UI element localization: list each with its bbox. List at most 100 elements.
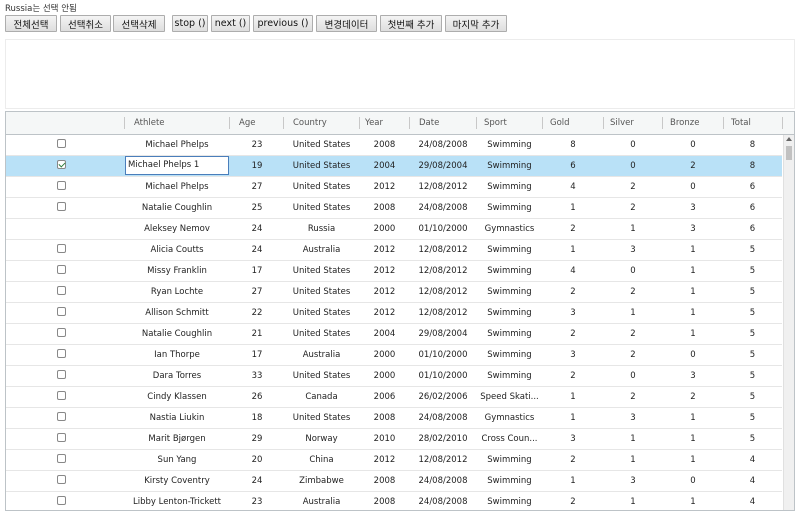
cell-total[interactable]: 5 [723, 345, 782, 365]
scroll-up-arrow-icon[interactable] [786, 137, 792, 141]
cell-sport[interactable]: Swimming [476, 282, 543, 302]
column-header-date[interactable]: Date [414, 112, 478, 134]
cell-gold[interactable]: 3 [542, 303, 604, 323]
cell-gold[interactable]: 6 [542, 156, 604, 176]
cell-silver[interactable]: 2 [603, 345, 663, 365]
cell-country[interactable]: China [283, 450, 360, 470]
table-row[interactable]: Ryan Lochte 27 United States 2012 12/08/2012… [6, 282, 782, 303]
cell-date[interactable]: 12/08/2012 [409, 450, 477, 470]
cell-year[interactable]: 2000 [359, 219, 410, 239]
cell-total[interactable]: 4 [723, 450, 782, 470]
cell-athlete[interactable]: Ryan Lochte [124, 282, 230, 302]
cell-total[interactable]: 5 [723, 282, 782, 302]
cell-bronze[interactable]: 0 [662, 345, 724, 365]
cell-country[interactable]: United States [283, 324, 360, 344]
cell-country[interactable]: Australia [283, 345, 360, 365]
add-first-button[interactable]: 첫번째 추가 [380, 15, 442, 32]
table-row[interactable]: Nastia Liukin 18 United States 2008 24/08/20… [6, 408, 782, 429]
cell-bronze[interactable]: 1 [662, 324, 724, 344]
cell-athlete[interactable]: Cindy Klassen [124, 387, 230, 407]
table-row[interactable]: Michael Phelps 27 United States 2012 12/08/2… [6, 177, 782, 198]
cell-gold[interactable]: 3 [542, 345, 604, 365]
cell-sport[interactable]: Swimming [476, 303, 543, 323]
cell-age[interactable]: 18 [229, 408, 285, 428]
cell-bronze[interactable]: 1 [662, 408, 724, 428]
cell-athlete[interactable]: Alicia Coutts [124, 240, 230, 260]
row-checkbox[interactable] [57, 370, 66, 379]
cell-silver[interactable]: 1 [603, 492, 663, 510]
cell-year[interactable]: 2004 [359, 156, 410, 176]
cell-age[interactable]: 17 [229, 345, 285, 365]
cell-gold[interactable]: 2 [542, 282, 604, 302]
table-row[interactable]: Dara Torres 33 United States 2000 01/10/2000… [6, 366, 782, 387]
cell-gold[interactable]: 2 [542, 219, 604, 239]
cell-sport[interactable]: Swimming [476, 324, 543, 344]
cell-date[interactable]: 24/08/2008 [409, 135, 477, 155]
table-row[interactable]: Natalie Coughlin 25 United States 2008 24/08… [6, 198, 782, 219]
cell-sport[interactable]: Swimming [476, 366, 543, 386]
cell-silver[interactable]: 0 [603, 366, 663, 386]
row-checkbox[interactable] [57, 496, 66, 505]
cell-gold[interactable]: 4 [542, 261, 604, 281]
cell-silver[interactable]: 0 [603, 135, 663, 155]
cell-athlete[interactable]: Natalie Coughlin [124, 198, 230, 218]
row-checkbox[interactable] [57, 265, 66, 274]
cell-silver[interactable]: 2 [603, 282, 663, 302]
table-row[interactable]: Libby Lenton-Trickett 23 Australia 2008 24/0… [6, 492, 782, 510]
cell-gold[interactable]: 2 [542, 324, 604, 344]
cell-total[interactable]: 8 [723, 156, 782, 176]
cell-date[interactable]: 01/10/2000 [409, 345, 477, 365]
cell-silver[interactable]: 0 [603, 261, 663, 281]
stop-button[interactable]: stop () [172, 15, 208, 32]
cell-country[interactable]: Australia [283, 492, 360, 510]
cell-age[interactable]: 27 [229, 282, 285, 302]
cell-date[interactable]: 24/08/2008 [409, 492, 477, 510]
cell-sport[interactable]: Swimming [476, 345, 543, 365]
cell-silver[interactable]: 0 [603, 156, 663, 176]
cell-date[interactable]: 24/08/2008 [409, 198, 477, 218]
cell-bronze[interactable]: 1 [662, 492, 724, 510]
cell-date[interactable]: 12/08/2012 [409, 261, 477, 281]
cell-country[interactable]: United States [283, 135, 360, 155]
cell-bronze[interactable]: 3 [662, 198, 724, 218]
cell-year[interactable]: 2008 [359, 408, 410, 428]
cell-athlete[interactable]: Michael Phelps [124, 177, 230, 197]
row-checkbox[interactable] [57, 307, 66, 316]
table-row[interactable]: Marit Bjørgen 29 Norway 2010 28/02/2010 Cross… [6, 429, 782, 450]
cell-country[interactable]: United States [283, 198, 360, 218]
cell-country[interactable]: United States [283, 156, 360, 176]
row-checkbox[interactable] [57, 202, 66, 211]
cell-athlete[interactable]: Sun Yang [124, 450, 230, 470]
cell-year[interactable]: 2012 [359, 240, 410, 260]
cell-sport[interactable]: Speed Skati... [476, 387, 543, 407]
cell-athlete[interactable]: Kirsty Coventry [124, 471, 230, 491]
cell-age[interactable]: 17 [229, 261, 285, 281]
column-header-athlete[interactable]: Athlete [129, 112, 229, 134]
cell-athlete[interactable]: Libby Lenton-Trickett [124, 492, 230, 510]
cell-country[interactable]: United States [283, 261, 360, 281]
cell-age[interactable]: 22 [229, 303, 285, 323]
cell-country[interactable]: United States [283, 408, 360, 428]
cell-bronze[interactable]: 1 [662, 240, 724, 260]
cell-silver[interactable]: 3 [603, 240, 663, 260]
table-row[interactable]: Alicia Coutts 24 Australia 2012 12/08/2012 Sw… [6, 240, 782, 261]
column-header-year[interactable]: Year [360, 112, 410, 134]
cell-bronze[interactable]: 1 [662, 282, 724, 302]
cell-age[interactable]: 21 [229, 324, 285, 344]
table-row[interactable]: Ian Thorpe 17 Australia 2000 01/10/2000 Swimm… [6, 345, 782, 366]
cell-country[interactable]: United States [283, 282, 360, 302]
cell-age[interactable]: 23 [229, 135, 285, 155]
cell-athlete[interactable]: Nastia Liukin [124, 408, 230, 428]
cell-age[interactable]: 20 [229, 450, 285, 470]
cell-gold[interactable]: 1 [542, 240, 604, 260]
cell-total[interactable]: 6 [723, 198, 782, 218]
cell-bronze[interactable]: 3 [662, 219, 724, 239]
row-checkbox[interactable] [57, 349, 66, 358]
cell-year[interactable]: 2006 [359, 387, 410, 407]
row-checkbox[interactable] [57, 412, 66, 421]
cell-date[interactable]: 26/02/2006 [409, 387, 477, 407]
cell-athlete[interactable]: Marit Bjørgen [124, 429, 230, 449]
cell-bronze[interactable]: 1 [662, 261, 724, 281]
cell-gold[interactable]: 2 [542, 492, 604, 510]
cell-age[interactable]: 24 [229, 471, 285, 491]
